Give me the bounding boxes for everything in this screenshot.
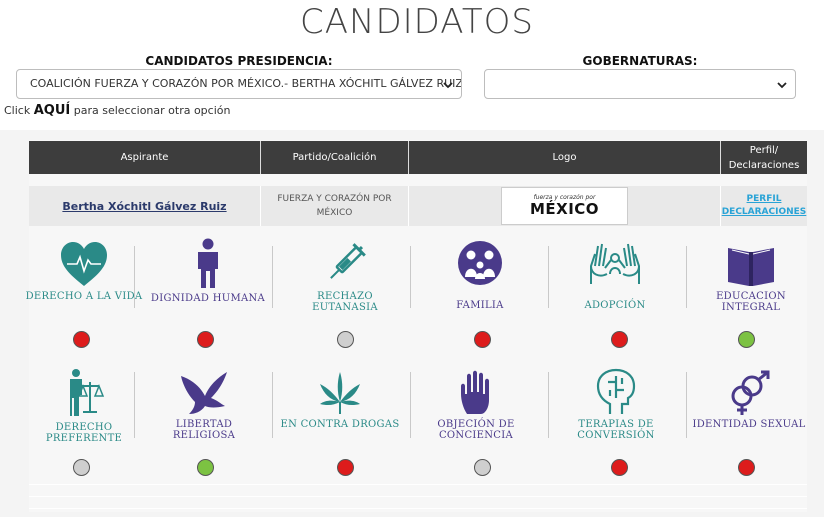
separator (686, 372, 687, 438)
cannabis-leaf-icon (320, 372, 360, 414)
issue-adopcion: Adopción (555, 240, 675, 311)
separator (548, 246, 549, 308)
status-dot (337, 459, 354, 476)
aqui-link[interactable]: AQUÍ (34, 103, 71, 118)
issue-label: Objeción de Conciencia (437, 419, 515, 441)
candidate-name-link[interactable]: Bertha Xóchitl Gálvez Ruiz (62, 200, 226, 213)
separator (548, 372, 549, 438)
partido-cell: FUERZA Y CORAZÓN POR MÉXICO (261, 186, 409, 226)
hands-icon (590, 243, 640, 284)
issue-label: Terapias de Conversión (577, 419, 655, 441)
person-icon (198, 238, 218, 288)
syringe-icon (330, 243, 366, 279)
status-dot (73, 459, 90, 476)
issue-rechazo-eutanasia: Rechazo Eutanasia (285, 240, 405, 313)
separator (686, 246, 687, 308)
divider (29, 496, 807, 497)
chevron-down-icon (777, 82, 787, 89)
table-row: Bertha Xóchitl Gálvez Ruiz FUERZA Y CORA… (29, 186, 807, 226)
issue-label: Libertad Religiosa (172, 419, 236, 441)
separator (272, 246, 273, 308)
issue-objecion-de-conciencia: Objeción de Conciencia (416, 370, 536, 441)
issue-label: Derecho Preferente (45, 422, 123, 444)
separator (410, 372, 411, 438)
logo-line2: MÉXICO (529, 200, 600, 218)
click-suffix: para seleccionar otra opción (73, 104, 231, 117)
perfil-link[interactable]: PERFIL (747, 193, 782, 206)
issue-label: Identidad Sexual (692, 419, 806, 430)
gobernaturas-label: GOBERNATURAS: (582, 54, 698, 68)
change-option-hint: Click AQUÍ para seleccionar otra opción (4, 103, 230, 118)
header-partido: Partido/Coalición (261, 141, 409, 174)
issue-derecho-preferente: Derecho Preferente (24, 368, 144, 444)
header-perfil: Perfil/ Declaraciones (728, 144, 800, 171)
header-logo: Logo (409, 141, 721, 174)
status-dot (611, 459, 628, 476)
separator (272, 372, 273, 438)
issue-libertad-religiosa: Libertad Religiosa (144, 370, 264, 441)
issue-derecho-a-la-vida: Derecho a la Vida (24, 240, 144, 302)
coalition-logo: fuerza y corazón por MÉXICO (501, 187, 628, 225)
table-header: Aspirante Partido/Coalición Logo Perfil/… (29, 141, 807, 174)
issue-label: Dignidad Humana (150, 293, 266, 304)
status-dot (738, 331, 755, 348)
status-dot (73, 331, 90, 348)
divider (29, 484, 807, 485)
issue-educacion-integral: Educacion Integral (691, 242, 811, 313)
gobernaturas-select[interactable] (484, 69, 796, 99)
gender-symbols-icon (731, 370, 770, 415)
presidencia-select-value: COALICIÓN FUERZA Y CORAZÓN POR MÉXICO.- … (30, 77, 462, 90)
status-dot (474, 331, 491, 348)
aspirante-cell: Bertha Xóchitl Gálvez Ruiz (29, 186, 261, 226)
issue-label: Rechazo Eutanasia (312, 291, 378, 313)
party-name: FUERZA Y CORAZÓN POR MÉXICO (277, 194, 392, 218)
separator (410, 246, 411, 308)
issue-label: En Contra Drogas (280, 419, 400, 430)
issue-terapias-de-conversion: Terapias de Conversión (556, 368, 676, 441)
header-aspirante: Aspirante (29, 141, 261, 174)
issue-familia: Familia (420, 240, 540, 311)
issue-label: Adopción (584, 300, 646, 311)
issue-label: Derecho a la Vida (25, 291, 143, 302)
status-dot (738, 459, 755, 476)
issue-en-contra-drogas: En Contra Drogas (280, 370, 400, 430)
status-dot (611, 331, 628, 348)
status-dot (197, 331, 214, 348)
status-dot (197, 459, 214, 476)
book-icon (728, 248, 774, 286)
issue-identidad-sexual: Identidad Sexual (689, 370, 809, 430)
family-icon (458, 241, 502, 285)
status-dot (474, 459, 491, 476)
dove-icon (181, 372, 227, 414)
raised-hand-icon (461, 370, 489, 414)
issue-label: Educacion Integral (716, 291, 786, 313)
chevron-down-icon (443, 82, 453, 89)
status-dot (337, 331, 354, 348)
issue-label: Familia (456, 300, 504, 311)
head-profile-icon (596, 368, 636, 414)
heart-pulse-icon (61, 242, 107, 286)
page-title: CANDIDATOS (300, 2, 534, 42)
scales-person-icon (70, 369, 105, 416)
declaraciones-link[interactable]: DECLARACIONES (722, 206, 807, 219)
issue-dignidad-humana: Dignidad Humana (148, 238, 268, 304)
logo-cell: fuerza y corazón por MÉXICO (409, 186, 721, 226)
divider (29, 508, 807, 509)
presidencia-select[interactable]: COALICIÓN FUERZA Y CORAZÓN POR MÉXICO.- … (16, 69, 462, 99)
perfil-cell: PERFIL DECLARACIONES (721, 186, 807, 226)
presidencia-label: CANDIDATOS PRESIDENCIA: (145, 54, 333, 68)
click-prefix: Click (4, 104, 31, 117)
